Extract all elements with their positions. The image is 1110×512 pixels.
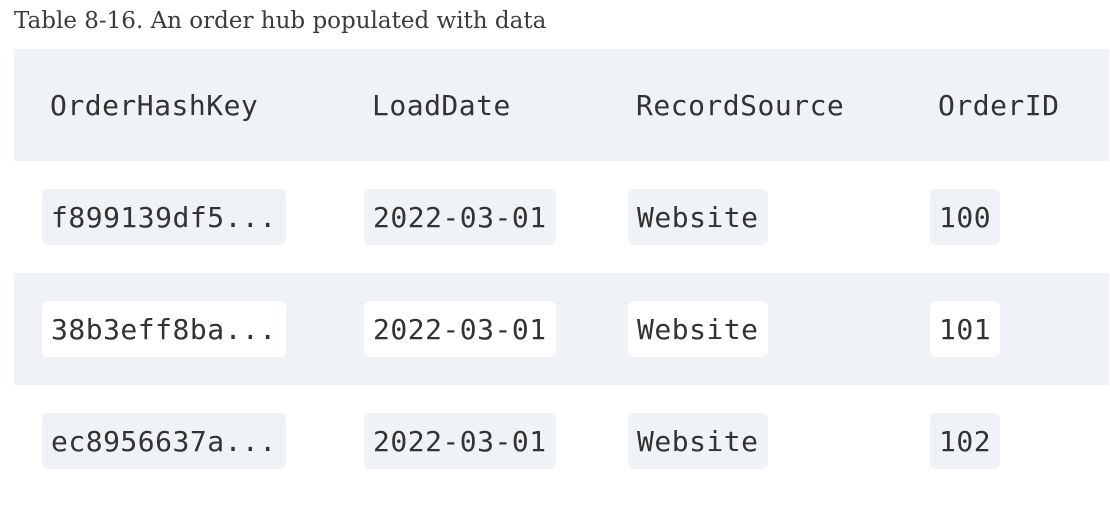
table-caption: Table 8-16. An order hub populated with … [14,8,547,34]
table-cell: Website [600,273,902,385]
table-header-row: OrderHashKey LoadDate RecordSource Order… [14,49,1109,161]
header-cell-record-source: RecordSource [600,49,902,161]
table-cell: 38b3eff8ba... [14,273,336,385]
load-date-value: 2022-03-01 [364,189,556,245]
order-id-value: 101 [930,301,1001,357]
table-cell: Website [600,385,902,497]
table-cell: f899139df5... [14,161,336,273]
table-cell: 2022-03-01 [336,161,600,273]
table-cell: 102 [902,385,1109,497]
load-date-value: 2022-03-01 [364,301,556,357]
table-cell: 101 [902,273,1109,385]
record-source-value: Website [628,189,768,245]
table-cell: 2022-03-01 [336,273,600,385]
table-cell: ec8956637a... [14,385,336,497]
header-cell-order-hash-key: OrderHashKey [14,49,336,161]
table-row: ec8956637a... 2022-03-01 Website 102 [14,385,1109,497]
hash-key-value: 38b3eff8ba... [42,301,286,357]
hash-key-value: f899139df5... [42,189,286,245]
order-id-value: 102 [930,413,1001,469]
header-label: LoadDate [372,88,511,122]
order-id-value: 100 [930,189,1001,245]
header-label: OrderID [938,88,1060,122]
header-label: RecordSource [636,88,845,122]
table-cell: 2022-03-01 [336,385,600,497]
record-source-value: Website [628,301,768,357]
table-row: 38b3eff8ba... 2022-03-01 Website 101 [14,273,1109,385]
load-date-value: 2022-03-01 [364,413,556,469]
table-cell: Website [600,161,902,273]
table-row: f899139df5... 2022-03-01 Website 100 [14,161,1109,273]
order-hub-table: OrderHashKey LoadDate RecordSource Order… [14,49,1109,497]
header-cell-load-date: LoadDate [336,49,600,161]
table-cell: 100 [902,161,1109,273]
record-source-value: Website [628,413,768,469]
header-label: OrderHashKey [50,88,259,122]
header-cell-order-id: OrderID [902,49,1109,161]
hash-key-value: ec8956637a... [42,413,286,469]
